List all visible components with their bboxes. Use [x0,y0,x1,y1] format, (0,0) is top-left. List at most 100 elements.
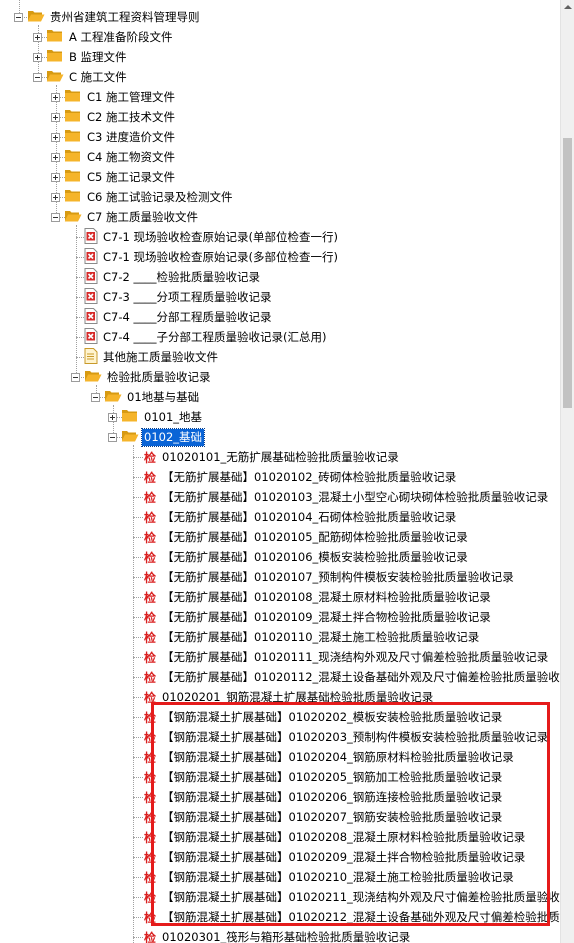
node-label: 0102_基础 [140,427,206,447]
tree-node-jichu-selected[interactable]: 0102_基础 [108,427,206,447]
tree-node-record-item[interactable]: 检【钢筋混凝土扩展基础】01020209_混凝土拌合物检验批质量验收记录 [130,847,527,867]
collapse-minus-icon[interactable] [71,372,80,382]
expand-plus-icon[interactable] [51,92,60,102]
jian-record-icon: 检 [143,770,156,785]
x-doc-icon [84,267,98,287]
folder-open-icon [46,68,64,86]
collapse-minus-icon[interactable] [14,12,23,22]
expand-plus-icon[interactable] [51,112,60,122]
tree-node-record-item[interactable]: 检【无筋扩展基础】01020105_配筋砌体检验批质量验收记录 [130,527,470,547]
tree-node-section[interactable]: B 监理文件 [33,47,129,67]
tree-node-c7-child[interactable]: C7-1 现场验收检查原始记录(多部位检查一行) [71,247,340,267]
jian-record-icon: 检 [143,590,156,605]
tree-node-c-child[interactable]: C3 进度造价文件 [51,127,177,147]
tree-node-dijijichu[interactable]: 01地基与基础 [91,387,201,407]
tree-node-record-item[interactable]: 检【钢筋混凝土扩展基础】01020204_钢筋原材料检验批质量验收记录 [130,747,516,767]
node-label: C5 施工记录文件 [87,169,176,184]
jian-record-icon: 检 [143,650,156,665]
node-label: C3 进度造价文件 [87,129,176,144]
tree-node-record-item[interactable]: 检【钢筋混凝土扩展基础】01020205_钢筋加工检验批质量验收记录 [130,767,504,787]
tree-node-record-item[interactable]: 检【钢筋混凝土扩展基础】01020206_钢筋连接检验批质量验收记录 [130,787,504,807]
tree-node-record-item[interactable]: 检 01020301_筏形与箱形基础检验批质量验收记录 [130,927,412,943]
node-label: 贵州省建筑工程资料管理导则 [50,9,200,24]
tree-node-record-item[interactable]: 检【钢筋混凝土扩展基础】01020207_钢筋安装检验批质量验收记录 [130,807,504,827]
node-label: 【无筋扩展基础】01020106_模板安装检验批质量验收记录 [162,549,468,564]
expand-plus-icon[interactable] [108,412,117,422]
tree-node-c-child[interactable]: C4 施工物资文件 [51,147,177,167]
tree-node-record-item[interactable]: 检【钢筋混凝土扩展基础】01020208_混凝土原材料检验批质量验收记录 [130,827,527,847]
doc-icon [84,347,98,367]
tree-node-record-item[interactable]: 检【无筋扩展基础】01020109_混凝土拌合物检验批质量验收记录 [130,607,493,627]
tree-node-c-child[interactable]: C6 施工试验记录及检测文件 [51,187,235,207]
node-label: 【钢筋混凝土扩展基础】01020204_钢筋原材料检验批质量验收记录 [162,749,514,764]
expand-plus-icon[interactable] [51,172,60,182]
tree-node-record-item[interactable]: 检【无筋扩展基础】01020106_模板安装检验批质量验收记录 [130,547,470,567]
tree-node-record-item[interactable]: 检【无筋扩展基础】01020102_砖砌体检验批质量验收记录 [130,467,458,487]
scrollbar-thumb[interactable] [563,138,572,408]
jian-record-icon: 检 [143,930,156,943]
node-label: C4 施工物资文件 [87,149,176,164]
folder-icon [64,88,82,106]
folder-icon [64,168,82,186]
tree-node-c7-child[interactable]: C7-4 ____子分部工程质量验收记录(汇总用) [71,327,328,347]
tree-node-record-item[interactable]: 检【钢筋混凝土扩展基础】01020210_混凝土施工检验批质量验收记录 [130,867,516,887]
folder-open-icon [104,388,122,406]
tree-node-c7-child[interactable]: C7-2 ____检验批质量验收记录 [71,267,262,287]
tree-node-record-item[interactable]: 检【无筋扩展基础】01020112_混凝土设备基础外观及尺寸偏差检验批质量验收 [130,667,560,687]
tree-node-record-item[interactable]: 检【钢筋混凝土扩展基础】01020212_混凝土设备基础外观及尺寸偏差检验批质 [130,907,560,927]
expand-plus-icon[interactable] [33,52,42,62]
tree-node-diji[interactable]: 0101_地基 [108,407,204,427]
tree-node-record-item[interactable]: 检【无筋扩展基础】01020107_预制构件模板安装检验批质量验收记录 [130,567,516,587]
node-label: C1 施工管理文件 [87,89,176,104]
tree-node-section[interactable]: A 工程准备阶段文件 [33,27,175,47]
tree-node-c7-child[interactable]: C7-1 现场验收检查原始记录(单部位检查一行) [71,227,340,247]
expand-plus-icon[interactable] [51,132,60,142]
node-label: C7-4 ____子分部工程质量验收记录(汇总用) [103,329,327,344]
tree-node-record-item[interactable]: 检【无筋扩展基础】01020103_混凝土小型空心砌块砌体检验批质量验收记录 [130,487,550,507]
jian-record-icon: 检 [143,530,156,545]
tree-node-c7-child[interactable]: 检验批质量验收记录 [71,367,213,387]
tree-node-c-child[interactable]: C1 施工管理文件 [51,87,177,107]
tree-node-record-item[interactable]: 检 01020201_钢筋混凝土扩展基础检验批质量验收记录 [130,687,435,707]
tree-node-record-item[interactable]: 检【无筋扩展基础】01020104_石砌体检验批质量验收记录 [130,507,458,527]
node-label: 其他施工质量验收文件 [103,349,218,364]
tree-node-root[interactable]: 贵州省建筑工程资料管理导则 [14,7,202,27]
expand-plus-icon[interactable] [33,32,42,42]
tree-node-section[interactable]: C 施工文件 [33,67,129,87]
tree-node-record-item[interactable]: 检 01020101_无筋扩展基础检验批质量验收记录 [130,447,401,467]
tree-node-record-item[interactable]: 检【无筋扩展基础】01020111_现浇结构外观及尺寸偏差检验批质量验收记录 [130,647,550,667]
tree-node-record-item[interactable]: 检【无筋扩展基础】01020108_混凝土原材料检验批质量验收记录 [130,587,493,607]
node-label: C7-3 ____分项工程质量验收记录 [103,289,272,304]
tree-node-record-item[interactable]: 检【钢筋混凝土扩展基础】01020202_模板安装检验批质量验收记录 [130,707,504,727]
folder-icon [64,108,82,126]
tree-node-record-item[interactable]: 检【无筋扩展基础】01020110_混凝土施工检验批质量验收记录 [130,627,481,647]
node-label: C7-1 现场验收检查原始记录(多部位检查一行) [103,249,338,264]
collapse-minus-icon[interactable] [51,212,60,222]
x-doc-icon [84,227,98,247]
tree-node-c-child[interactable]: C7 施工质量验收文件 [51,207,200,227]
collapse-minus-icon[interactable] [108,432,117,442]
file-tree: 贵州省建筑工程资料管理导则 A 工程准备阶段文件 B 监理文件 C 施工文件 C1 施工… [0,0,560,943]
tree-node-record-item[interactable]: 检【钢筋混凝土扩展基础】01020211_现浇结构外观及尺寸偏差检验批质量验收 [130,887,560,907]
jian-record-icon: 检 [143,890,156,905]
tree-node-c7-child[interactable]: C7-4 ____分部工程质量验收记录 [71,307,273,327]
jian-record-icon: 检 [143,810,156,825]
node-label: C7 施工质量验收文件 [87,209,199,224]
node-label: 0101_地基 [144,409,203,424]
node-label: 【无筋扩展基础】01020108_混凝土原材料检验批质量验收记录 [162,589,491,604]
expand-plus-icon[interactable] [51,152,60,162]
jian-record-icon: 检 [143,470,156,485]
expand-plus-icon[interactable] [51,192,60,202]
tree-node-c7-child[interactable]: C7-3 ____分项工程质量验收记录 [71,287,273,307]
scroll-up-arrow-icon[interactable] [561,0,574,14]
tree-node-c7-child[interactable]: 其他施工质量验收文件 [71,347,220,367]
folder-icon [46,28,64,46]
tree-node-c-child[interactable]: C5 施工记录文件 [51,167,177,187]
collapse-minus-icon[interactable] [91,392,100,402]
jian-record-icon: 检 [143,730,156,745]
tree-node-record-item[interactable]: 检【钢筋混凝土扩展基础】01020203_预制构件模板安装检验批质量验收记录 [130,727,550,747]
vertical-scrollbar[interactable] [560,0,574,943]
jian-record-icon: 检 [143,790,156,805]
tree-node-c-child[interactable]: C2 施工技术文件 [51,107,177,127]
collapse-minus-icon[interactable] [33,72,42,82]
